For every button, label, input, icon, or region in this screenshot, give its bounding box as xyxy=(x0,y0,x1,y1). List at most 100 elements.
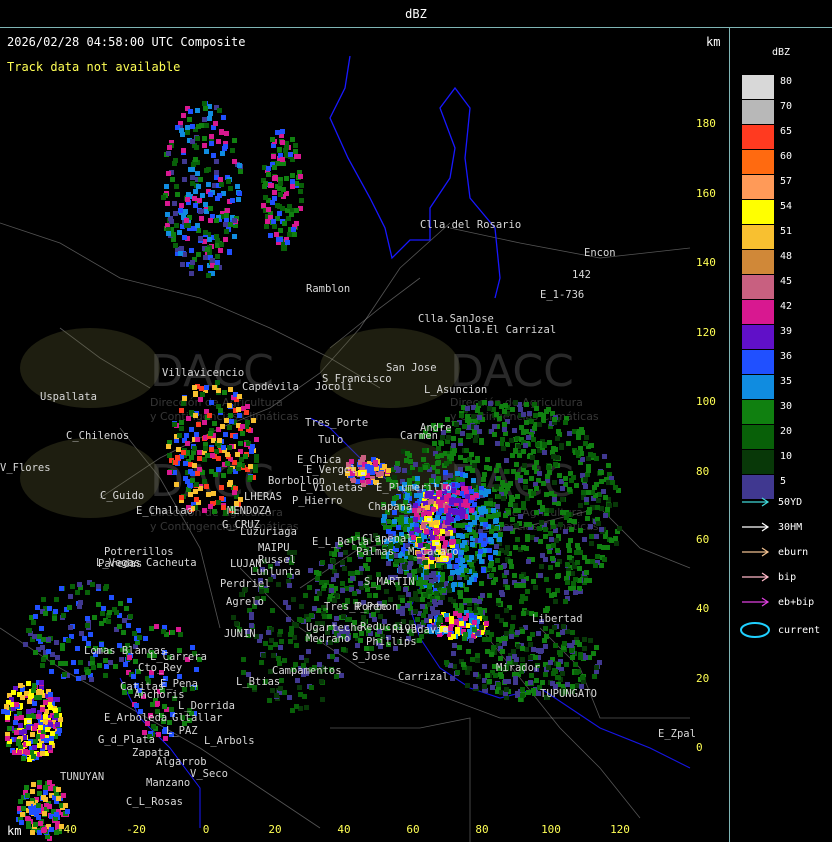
radar-echo-pixel xyxy=(166,444,171,449)
radar-echo-pixel xyxy=(464,568,469,573)
radar-echo-pixel xyxy=(531,647,536,652)
radar-echo-pixel xyxy=(193,157,198,162)
radar-echo-pixel xyxy=(61,613,66,618)
place-label: E_Zpal xyxy=(658,728,696,740)
radar-echo-pixel xyxy=(196,124,201,129)
track-legend-label: eburn xyxy=(778,547,809,558)
radar-echo-pixel xyxy=(519,574,524,579)
radar-echo-pixel xyxy=(194,432,199,437)
radar-echo-pixel xyxy=(434,591,439,596)
radar-echo-pixel xyxy=(179,203,184,208)
radar-echo-pixel xyxy=(297,685,302,690)
radar-echo-pixel xyxy=(484,621,489,626)
radar-echo-pixel xyxy=(114,610,119,615)
radar-echo-pixel xyxy=(270,608,275,613)
radar-echo-pixel xyxy=(16,739,21,744)
place-label: Andre xyxy=(420,422,452,434)
radar-echo-pixel xyxy=(207,237,212,242)
radar-echo-pixel xyxy=(479,559,484,564)
radar-echo-pixel xyxy=(519,425,524,430)
radar-echo-pixel xyxy=(462,424,467,429)
radar-echo-pixel xyxy=(542,442,547,447)
radar-echo-pixel xyxy=(33,614,38,619)
radar-echo-pixel xyxy=(440,435,445,440)
y-tick-label: 0 xyxy=(696,741,703,754)
radar-echo-pixel xyxy=(430,564,435,569)
legend-label: 45 xyxy=(780,276,793,287)
radar-echo-pixel xyxy=(597,544,602,549)
radar-echo-pixel xyxy=(481,477,486,482)
track-legend-item: bip xyxy=(740,571,832,583)
radar-echo-pixel xyxy=(54,597,59,602)
radar-echo-pixel xyxy=(491,508,496,513)
radar-echo-pixel xyxy=(470,542,475,547)
radar-echo-pixel xyxy=(455,670,460,675)
radar-echo-pixel xyxy=(518,478,523,483)
place-label: S_Jose xyxy=(352,651,390,663)
radar-echo-pixel xyxy=(531,437,536,442)
radar-echo-pixel xyxy=(167,470,172,475)
radar-echo-pixel xyxy=(518,514,523,519)
radar-echo-pixel xyxy=(412,508,417,513)
radar-echo-pixel xyxy=(25,793,30,798)
radar-echo-pixel xyxy=(298,189,303,194)
legend-swatch xyxy=(742,350,774,374)
radar-echo-pixel xyxy=(200,392,205,397)
radar-echo-pixel xyxy=(216,139,221,144)
radar-echo-pixel xyxy=(213,121,218,126)
radar-echo-pixel xyxy=(452,643,457,648)
radar-echo-pixel xyxy=(571,475,576,480)
radar-echo-pixel xyxy=(198,177,203,182)
radar-echo-pixel xyxy=(440,577,445,582)
radar-echo-pixel xyxy=(498,656,503,661)
radar-echo-pixel xyxy=(446,435,451,440)
radar-echo-pixel xyxy=(287,695,292,700)
radar-echo-pixel xyxy=(299,183,304,188)
radar-echo-pixel xyxy=(272,165,277,170)
place-label: Manzano xyxy=(146,777,191,789)
radar-echo-pixel xyxy=(195,223,200,228)
place-label: TUNUYAN xyxy=(60,771,105,783)
km-unit-top: km xyxy=(706,35,721,49)
radar-echo-pixel xyxy=(36,803,41,808)
radar-echo-pixel xyxy=(194,497,199,502)
radar-echo-pixel xyxy=(206,492,211,497)
radar-echo-pixel xyxy=(101,606,106,611)
radar-echo-pixel xyxy=(576,550,581,555)
radar-echo-pixel xyxy=(108,660,113,665)
radar-echo-pixel xyxy=(402,468,407,473)
radar-echo-pixel xyxy=(520,646,525,651)
radar-echo-pixel xyxy=(33,822,38,827)
y-tick-label: 20 xyxy=(696,672,710,685)
radar-echo-pixel xyxy=(297,617,302,622)
radar-echo-pixel xyxy=(167,453,172,458)
radar-echo-pixel xyxy=(187,117,192,122)
radar-echo-pixel xyxy=(466,649,471,654)
radar-echo-pixel xyxy=(283,148,288,153)
radar-echo-pixel xyxy=(279,639,284,644)
y-tick-label: 60 xyxy=(696,533,710,546)
radar-echo-pixel xyxy=(436,460,441,465)
radar-echo-pixel xyxy=(546,407,551,412)
radar-echo-pixel xyxy=(48,786,53,791)
radar-echo-pixel xyxy=(39,626,44,631)
radar-echo-pixel xyxy=(533,655,538,660)
radar-echo-pixel xyxy=(219,242,224,247)
radar-echo-pixel xyxy=(395,461,400,466)
radar-map[interactable]: DACC Dirección de Agricultura y Contingenc… xyxy=(0,28,730,842)
place-label: L_Asuncion xyxy=(424,384,488,396)
radar-echo-pixel xyxy=(534,406,539,411)
radar-echo-pixel xyxy=(458,590,463,595)
radar-echo-pixel xyxy=(245,404,250,409)
radar-echo-pixel xyxy=(189,271,194,276)
place-label: Mirador xyxy=(496,662,541,674)
radar-echo-pixel xyxy=(449,456,454,461)
radar-echo-pixel xyxy=(556,573,561,578)
radar-echo-pixel xyxy=(402,564,407,569)
track-legend-item: eb+bip xyxy=(740,596,832,608)
radar-echo-pixel xyxy=(196,184,201,189)
radar-echo-pixel xyxy=(450,570,455,575)
radar-echo-pixel xyxy=(41,795,46,800)
place-label: E_Arboleda xyxy=(104,712,168,724)
radar-echo-pixel xyxy=(107,610,112,615)
